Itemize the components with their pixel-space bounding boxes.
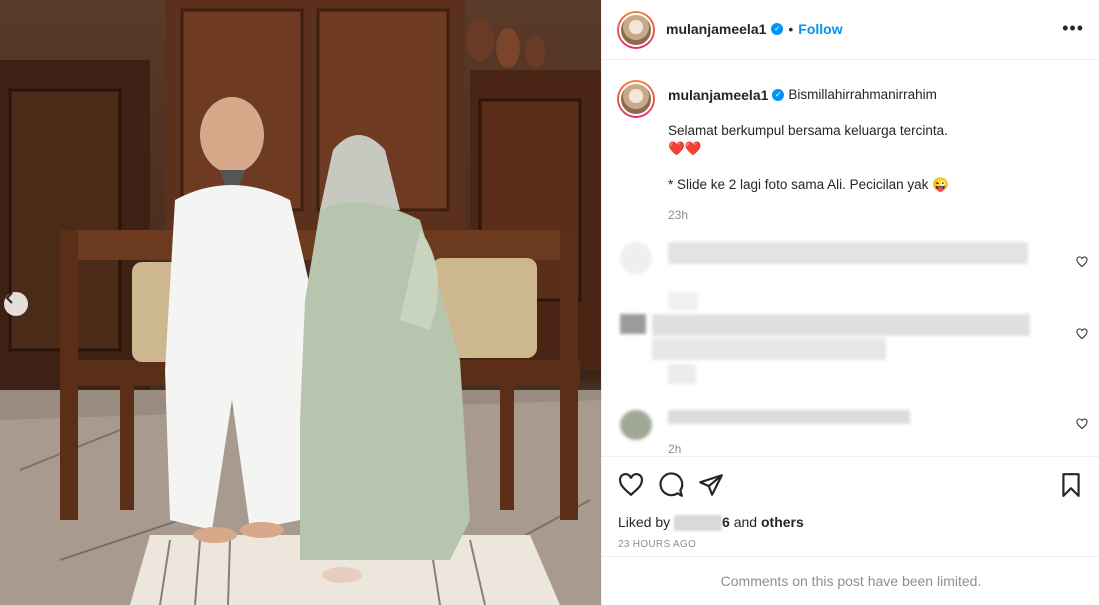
save-bookmark-icon[interactable] [1058,472,1084,498]
comment-icon[interactable] [658,472,684,498]
post-photo [0,0,601,605]
previous-slide-button[interactable] [4,292,28,316]
liked-by-others-link[interactable]: others [761,514,804,530]
liked-by-and: and [729,514,761,530]
caption-header: mulanjameela1 ✓ Bismillahirrahmanirrahim [668,86,1068,104]
caption-time: 23h [668,208,689,222]
like-comment-heart-icon[interactable] [1076,328,1088,340]
more-options-icon[interactable]: ••• [1062,18,1084,39]
header-user-row: mulanjameela1 ✓ • Follow [666,21,843,37]
post-timestamp: 23 HOURS AGO [618,539,697,550]
comment-time: 2h [668,442,682,456]
caption-avatar[interactable] [617,80,655,118]
caption-line2: * Slide ke 2 lagi foto sama Ali. Pecicil… [668,177,949,192]
share-icon[interactable] [698,472,724,498]
comment-text-redacted [668,242,1028,264]
comment-avatar[interactable] [620,314,646,334]
post-actions: Liked by 6 and others 23 HOURS AGO [602,456,1099,556]
liked-by-text: Liked by 6 and others [618,514,804,532]
post-sidebar: mulanjameela1 ✓ • Follow ••• mulanjameel… [601,0,1099,605]
caption-hearts: ❤️❤️ [668,141,702,156]
separator-dot: • [788,21,794,37]
verified-badge-icon: ✓ [771,23,784,35]
follow-button[interactable]: Follow [798,21,842,37]
caption-intro: Bismillahirrahmanirrahim [788,87,937,102]
comments-section: mulanjameela1 ✓ Bismillahirrahmanirrahim… [602,60,1099,456]
verified-badge-icon: ✓ [772,89,785,101]
comments-limited-notice: Comments on this post have been limited. [602,556,1099,605]
caption-username[interactable]: mulanjameela1 [668,86,768,104]
liked-by-user-redacted[interactable] [674,515,723,532]
post-header: mulanjameela1 ✓ • Follow ••• [602,0,1099,60]
like-comment-heart-icon[interactable] [1076,256,1088,268]
comment-text-redacted [652,314,1030,336]
comment-meta-redacted [668,292,698,310]
caption-line1: Selamat berkumpul bersama keluarga terci… [668,123,948,138]
comment-avatar[interactable] [620,410,652,440]
like-heart-icon[interactable] [618,472,644,498]
header-username[interactable]: mulanjameela1 [666,21,766,37]
comment-text-redacted [652,338,886,360]
like-comment-heart-icon[interactable] [1076,418,1088,430]
comment-meta-redacted [668,364,696,384]
caption-block: mulanjameela1 ✓ Bismillahirrahmanirrahim… [668,86,1068,222]
chevron-left-icon [5,292,13,304]
avatar[interactable] [617,11,655,49]
liked-by-count[interactable]: 6 [722,514,730,530]
comment-avatar[interactable] [620,242,652,274]
comment-text-redacted [668,410,910,424]
photo-illustration [0,0,601,605]
liked-by-prefix: Liked by [618,514,671,530]
